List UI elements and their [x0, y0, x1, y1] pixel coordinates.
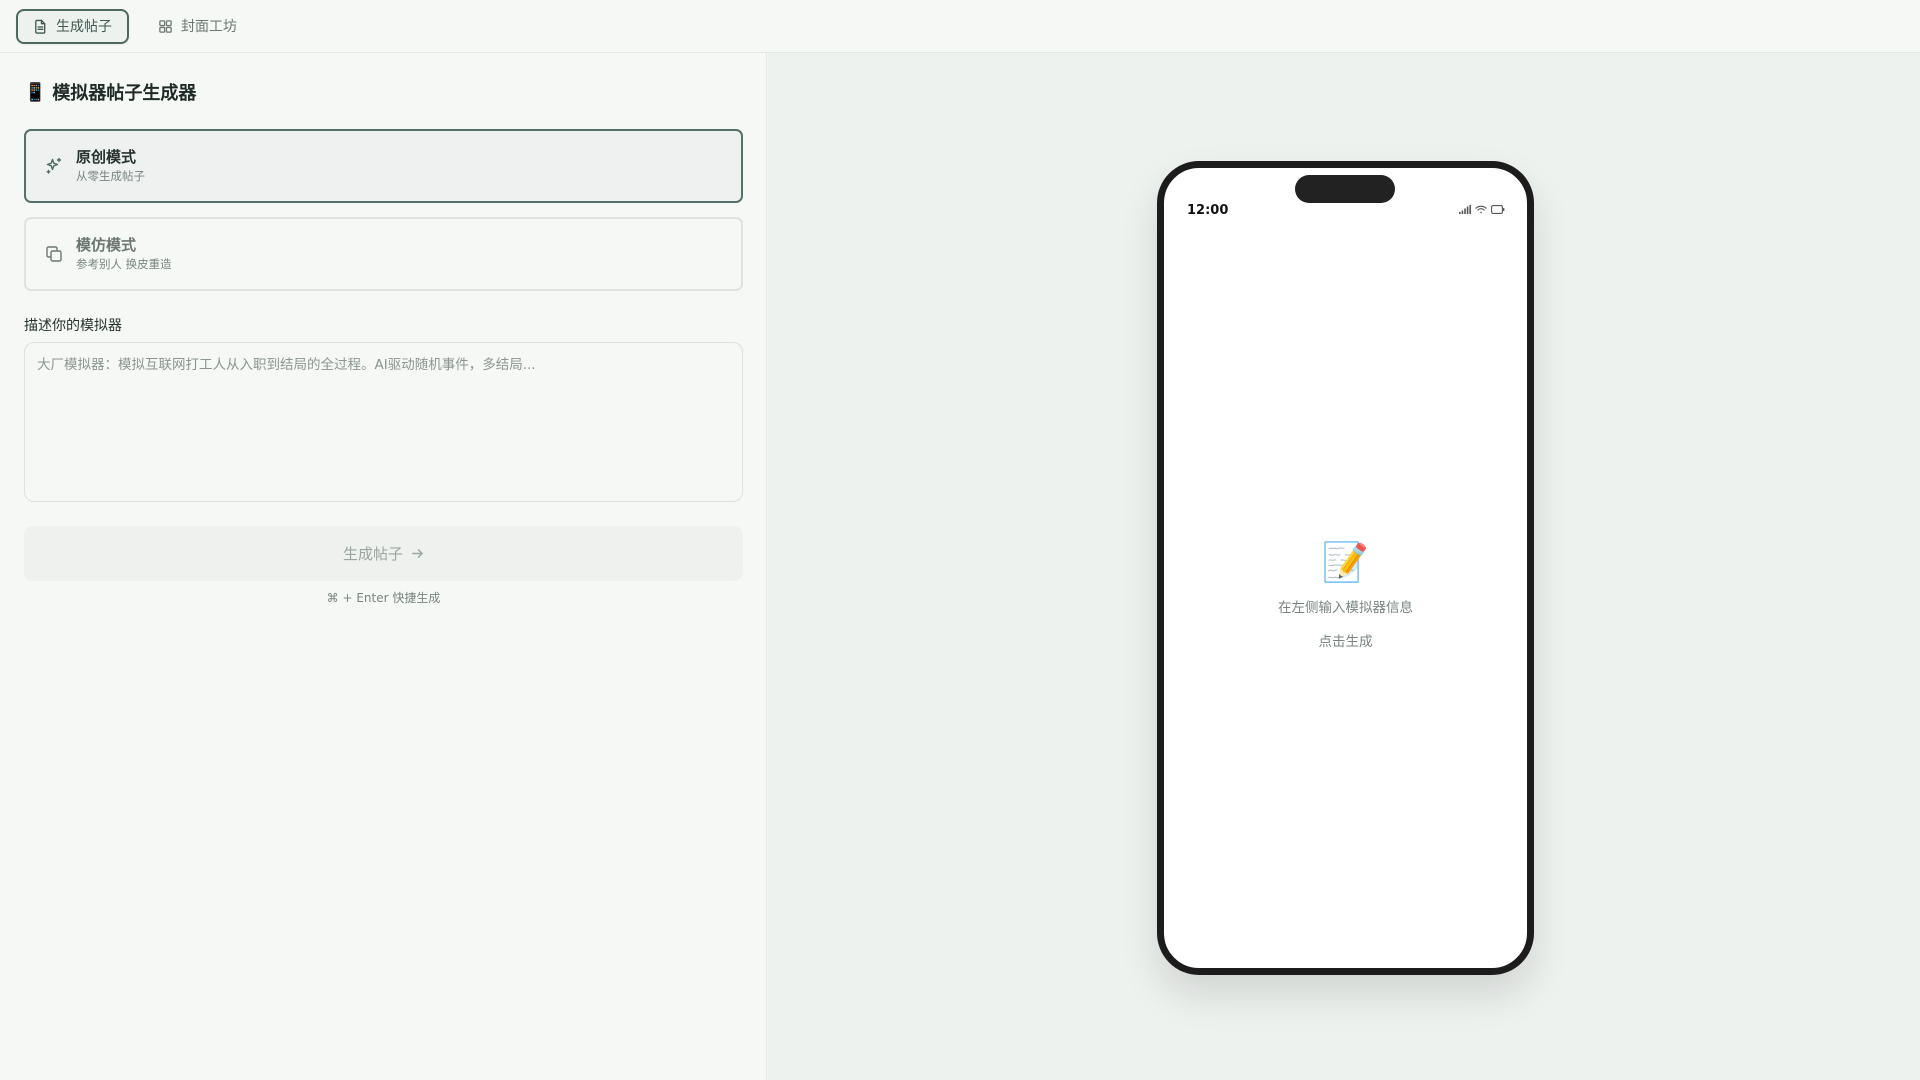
- generate-button-label: 生成帖子: [342, 545, 403, 563]
- page-title: 📱 模拟器帖子生成器: [24, 79, 196, 105]
- sparkles-icon: [44, 156, 64, 176]
- empty-state: 📝 在左侧输入模拟器信息 点击生成: [1164, 540, 1527, 650]
- mode-original-card[interactable]: 原创模式 从零生成帖子: [24, 129, 743, 203]
- mode-subtitle: 从零生成帖子: [76, 169, 145, 183]
- dynamic-island: [1295, 175, 1395, 203]
- wifi-icon: [1475, 205, 1487, 214]
- mode-title: 原创模式: [76, 148, 137, 166]
- description-textarea[interactable]: [24, 342, 743, 502]
- tab-generate-post[interactable]: 生成帖子: [16, 8, 129, 44]
- empty-state-line1: 在左侧输入模拟器信息: [1278, 600, 1413, 616]
- signal-icon: [1459, 205, 1471, 214]
- empty-state-line2: 点击生成: [1318, 634, 1373, 650]
- generate-post-button[interactable]: 生成帖子: [24, 526, 743, 581]
- memo-icon: 📝: [1321, 540, 1370, 584]
- phone-emoji-icon: 📱: [24, 81, 47, 103]
- page-title-text: 模拟器帖子生成器: [52, 83, 197, 104]
- battery-icon: [1491, 205, 1505, 214]
- tab-label: 封面工坊: [181, 19, 237, 35]
- copy-icon: [44, 244, 64, 264]
- document-icon: [33, 19, 48, 34]
- mode-imitate-card[interactable]: 模仿模式 参考别人 换皮重造: [24, 217, 743, 291]
- top-nav: 生成帖子 封面工坊: [0, 0, 1920, 53]
- preview-panel: 12:00 📝 在左侧输入模拟器信息 点击生成: [768, 53, 1920, 1080]
- tab-label: 生成帖子: [56, 19, 112, 35]
- description-label: 描述你的模拟器: [24, 318, 122, 334]
- grid-icon: [158, 19, 173, 34]
- status-time: 12:00: [1187, 203, 1229, 218]
- status-icons: [1459, 205, 1505, 214]
- mode-title: 模仿模式: [76, 236, 137, 254]
- editor-panel: 📱 模拟器帖子生成器 原创模式 从零生成帖子 模仿模式 参考别人 换皮重造 描述…: [0, 53, 767, 1080]
- phone-mockup: 12:00 📝 在左侧输入模拟器信息 点击生成: [1157, 161, 1534, 975]
- arrow-right-icon: [411, 547, 424, 560]
- shortcut-hint: ⌘ + Enter 快捷生成: [326, 591, 441, 605]
- tab-cover-workshop[interactable]: 封面工坊: [141, 9, 254, 44]
- mode-subtitle: 参考别人 换皮重造: [76, 257, 172, 271]
